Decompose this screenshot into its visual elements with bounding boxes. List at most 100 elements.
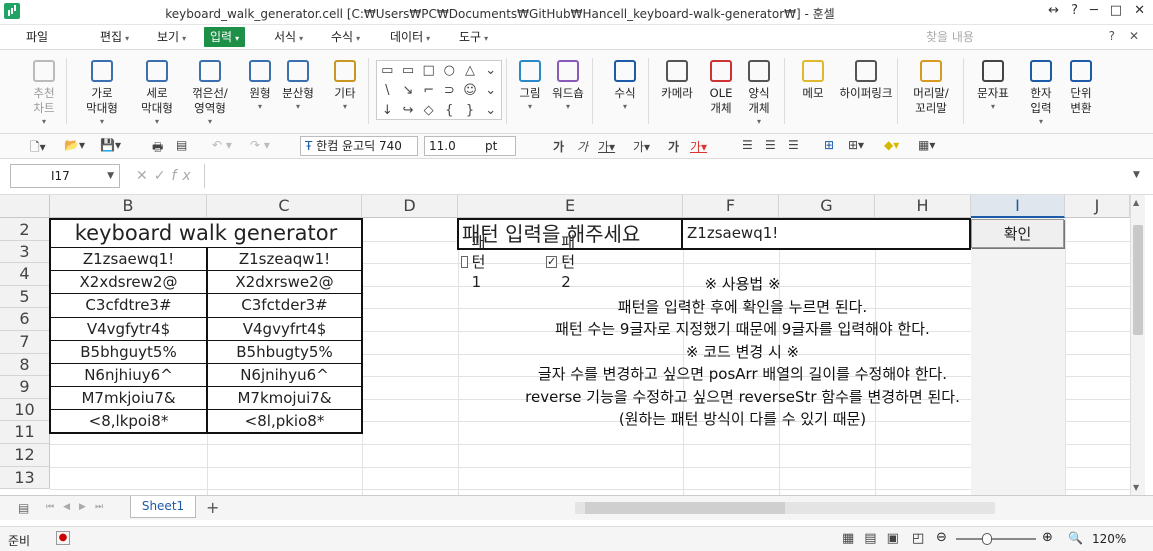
ribbon-wordart-button[interactable]: 워드숍 ▾ (544, 60, 592, 114)
shape-item-icon[interactable]: \ (377, 81, 398, 101)
merge-cells-icon[interactable]: ⊞ (824, 138, 834, 152)
font-select[interactable]: Ŧ 한컴 윤고딕 740 (300, 136, 418, 156)
shape-item-icon[interactable]: ⌄ (480, 81, 501, 101)
ribbon-vbar-chart-button[interactable]: 세로 막대형 ▾ (133, 60, 181, 129)
column-header[interactable]: H (875, 195, 971, 218)
horizontal-scrollbar[interactable] (575, 502, 995, 514)
add-sheet-button[interactable]: + (206, 498, 219, 517)
menu-1[interactable]: 편집 ▾ (100, 27, 129, 47)
ribbon-symbol-button[interactable]: 문자표 ▾ (969, 60, 1017, 114)
column-header[interactable]: J (1065, 195, 1130, 218)
menu-0[interactable]: 파일 (26, 27, 48, 47)
cell-reference-box[interactable]: I17 ▼ (10, 164, 120, 188)
underline-button[interactable]: 가▾ (598, 138, 615, 155)
sheet-nav-arrows[interactable]: ⏮◀▶⏭ (46, 502, 112, 512)
table-cell[interactable]: V4vgfytr4$ (51, 317, 208, 341)
shape-item-icon[interactable]: ◇ (418, 101, 439, 121)
row-header[interactable]: 11 (0, 421, 50, 444)
menu-3[interactable]: 입력 ▾ (204, 27, 246, 47)
search-input[interactable]: 찾을 내용 (926, 28, 1061, 45)
ribbon-recommend-chart-button[interactable]: 추천 차트 ▾ (20, 60, 68, 129)
undo-icon[interactable]: ↶ ▾ (212, 138, 232, 152)
menu-6[interactable]: 데이터 ▾ (390, 27, 430, 47)
ribbon-line-chart-button[interactable]: 꺾은선/ 영역형 ▾ (186, 60, 234, 129)
check-icon[interactable]: ✓ (154, 168, 172, 184)
open-folder-icon[interactable]: 📂▾ (64, 138, 85, 152)
table-cell[interactable]: C3cfdtre3# (51, 294, 208, 318)
checkbox-box[interactable] (461, 256, 468, 268)
shape-item-icon[interactable]: ▭ (377, 61, 398, 81)
zoom-slider[interactable] (956, 533, 1036, 545)
zoom-slider-handle[interactable] (982, 533, 992, 545)
resize-icon[interactable]: ↔ (1048, 3, 1059, 18)
zoom-fit-icon[interactable]: ◰ (912, 531, 924, 546)
confirm-button[interactable]: 확인 (971, 219, 1064, 248)
view-mode-icons[interactable]: ▦▤▣ (842, 531, 909, 546)
table-cell[interactable]: N6jnihyu6^ (208, 364, 361, 388)
scrollbar-thumb[interactable] (585, 502, 785, 514)
font-grow-button[interactable]: 가 (668, 138, 679, 155)
close-icon[interactable]: ✕ (1134, 3, 1145, 18)
shape-item-icon[interactable]: △ (460, 61, 481, 81)
ribbon-memo-button[interactable]: 메모 (789, 60, 837, 101)
help-icon[interactable]: ? (1109, 29, 1115, 43)
row-header[interactable]: 8 (0, 353, 50, 377)
scroll-down-icon[interactable]: ▼ (1133, 483, 1139, 492)
scrollbar-thumb[interactable] (1133, 225, 1143, 335)
row-header[interactable]: 3 (0, 240, 50, 264)
cancel-icon[interactable]: ✕ (136, 168, 154, 184)
sheet-tab-sheet1[interactable]: Sheet1 (130, 496, 196, 518)
chevron-down-icon[interactable]: ▼ (107, 165, 114, 187)
shape-item-icon[interactable]: } (460, 101, 481, 121)
scroll-up-icon[interactable]: ▲ (1133, 198, 1139, 207)
print-icon[interactable]: 🖶 (152, 138, 163, 159)
zoom-in-icon[interactable]: ⊕ (1042, 530, 1053, 545)
align-center-icon[interactable]: ☰ (765, 138, 776, 152)
close-ribbon-icon[interactable]: ✕ (1129, 29, 1139, 43)
italic-button[interactable]: 가 (577, 138, 588, 155)
sheet-menu-icon[interactable]: ▤ (18, 501, 29, 515)
checkbox-checkbox1[interactable]: 패턴 1 (461, 233, 491, 291)
pattern-icon[interactable]: ▦▾ (918, 138, 935, 152)
table-cell[interactable]: <8,lkpoi8* (51, 410, 208, 434)
select-all-corner[interactable] (0, 195, 50, 218)
table-cell[interactable]: C3fctder3# (208, 294, 361, 318)
vertical-scrollbar[interactable]: ▲ ▼ (1130, 195, 1145, 495)
minimize-icon[interactable]: ─ (1090, 3, 1098, 18)
shapes-gallery[interactable]: ▭ ▭ □ ○ △ ⌄ \ ↘ ⌐ ⊃ ☺ ⌄ ↓ ↪ ◇{} ⌄ (376, 60, 502, 120)
menu-4[interactable]: 서식 ▾ (274, 27, 303, 47)
column-header[interactable]: G (779, 195, 875, 218)
preview-icon[interactable]: ▤ (176, 138, 187, 152)
row-header[interactable]: 6 (0, 308, 50, 331)
table-cell[interactable]: X2xdsrew2@ (51, 271, 208, 295)
borders-icon[interactable]: ⊞▾ (848, 138, 864, 152)
shape-item-icon[interactable]: ↪ (398, 101, 419, 121)
table-title[interactable]: keyboard walk generator (51, 220, 361, 248)
shape-item-icon[interactable]: ⌄ (480, 61, 501, 81)
ribbon-scatter-chart-button[interactable]: 분산형 ▾ (274, 60, 322, 114)
shape-item-icon[interactable]: ↘ (398, 81, 419, 101)
zoom-out-icon[interactable]: ⊖ (936, 530, 947, 545)
row-header[interactable]: 10 (0, 398, 50, 422)
ribbon-camera-button[interactable]: 카메라 (653, 60, 701, 101)
font-color-button[interactable]: 가▾ (690, 138, 707, 155)
table-cell[interactable]: V4gvyfrt4$ (208, 318, 361, 341)
redo-icon[interactable]: ↷ ▾ (250, 138, 270, 152)
fx-icon[interactable]: fx (171, 168, 196, 184)
table-cell[interactable]: B5hbugty5% (208, 341, 361, 364)
shape-item-icon[interactable]: ☺ (460, 81, 481, 101)
table-cell[interactable]: X2dxrswe2@ (208, 271, 361, 295)
table-cell[interactable]: Z1szeaqw1! (208, 248, 361, 272)
align-right-icon[interactable]: ☰ (788, 138, 799, 152)
ribbon-form-button[interactable]: 양식 개체 ▾ (735, 60, 783, 129)
row-header[interactable]: 2 (0, 218, 50, 241)
fill-color-icon[interactable]: ◆▾ (884, 138, 899, 152)
row-header[interactable]: 12 (0, 444, 50, 467)
record-macro-icon[interactable]: ● (56, 531, 70, 545)
column-header[interactable]: B (50, 195, 207, 218)
menu-5[interactable]: 수식 ▾ (331, 27, 360, 47)
table-cell[interactable]: Z1zsaewq1! (51, 248, 208, 272)
menu-7[interactable]: 도구 ▾ (459, 27, 488, 47)
row-header[interactable]: 7 (0, 331, 50, 354)
shape-item-icon[interactable]: ○ (439, 61, 460, 81)
